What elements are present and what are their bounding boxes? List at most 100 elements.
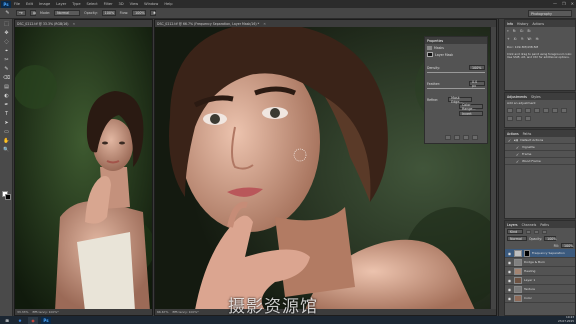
filter-type-icon[interactable] xyxy=(542,229,547,234)
layer-row[interactable]: ◉ Frequency Separation xyxy=(505,249,575,258)
blend-mode-select[interactable]: Normal xyxy=(507,236,527,241)
layer-row[interactable]: ◉ Texture xyxy=(505,285,575,294)
crop-icon[interactable]: ✂ xyxy=(2,56,11,64)
vertical-scrollbar[interactable] xyxy=(490,27,496,310)
tab-paths[interactable]: Paths xyxy=(523,132,532,136)
menu-image[interactable]: Image xyxy=(39,2,50,6)
action-row[interactable]: ✓ Wood Frame xyxy=(505,158,575,165)
tab-paths[interactable]: Paths xyxy=(540,223,549,227)
invert-button[interactable]: Invert xyxy=(459,111,483,116)
menu-window[interactable]: Window xyxy=(144,2,158,6)
eye-icon[interactable]: ◉ xyxy=(507,251,512,256)
eye-icon[interactable]: ◉ xyxy=(507,278,512,283)
flow-input[interactable]: 100% xyxy=(132,10,147,16)
mode-select[interactable]: Normal xyxy=(54,10,81,16)
menu-view[interactable]: View xyxy=(130,2,139,6)
zoom-level[interactable]: 33.33% xyxy=(17,310,28,314)
channel-mixer-icon[interactable] xyxy=(525,116,531,121)
hue-saturation-icon[interactable] xyxy=(552,108,558,113)
density-input[interactable]: 100% xyxy=(469,65,485,70)
eye-icon[interactable]: ◉ xyxy=(507,269,512,274)
move-icon[interactable]: ✥ xyxy=(2,29,11,37)
eye-icon[interactable]: ◉ xyxy=(507,260,512,265)
checkmark-icon[interactable]: ✓ xyxy=(515,145,520,150)
curves-icon[interactable] xyxy=(525,108,531,113)
feather-input[interactable]: 0.0 px xyxy=(469,80,485,88)
vibrance-icon[interactable] xyxy=(543,108,549,113)
zoom-level[interactable]: 66.67% xyxy=(157,310,168,314)
menu-edit[interactable]: Edit xyxy=(26,2,33,6)
menu-type[interactable]: Type xyxy=(72,2,80,6)
close-icon[interactable]: ✕ xyxy=(571,1,574,6)
tab-layers[interactable]: Layers xyxy=(507,223,518,227)
load-selection-icon[interactable] xyxy=(445,135,451,140)
tab-info[interactable]: Info xyxy=(507,22,513,26)
feather-slider[interactable] xyxy=(427,88,485,89)
brush-tool-icon[interactable]: ✎ xyxy=(3,9,12,17)
menu-select[interactable]: Select xyxy=(87,2,98,6)
photo-filter-icon[interactable] xyxy=(516,116,522,121)
menu-filter[interactable]: Filter xyxy=(104,2,113,6)
layer-row[interactable]: ◉ Layer 1 xyxy=(505,276,575,285)
action-row[interactable]: ✓ Frame xyxy=(505,151,575,158)
background-color-swatch[interactable] xyxy=(5,194,11,200)
eye-icon[interactable]: ◉ xyxy=(507,287,512,292)
pen-icon[interactable]: ✒ xyxy=(2,101,11,109)
browser-icon[interactable]: e xyxy=(15,317,25,324)
layer-row[interactable]: ◉ Healing xyxy=(505,267,575,276)
start-icon[interactable]: ⊞ xyxy=(2,317,12,324)
checkmark-icon[interactable]: ✓ xyxy=(515,159,520,164)
restore-icon[interactable]: ❐ xyxy=(562,1,566,6)
brightness-icon[interactable] xyxy=(507,108,513,113)
tab-actions-mini[interactable]: Actions xyxy=(532,22,544,26)
apply-mask-icon[interactable] xyxy=(454,135,460,140)
menu-3d[interactable]: 3D xyxy=(119,2,124,6)
brush-panel-toggle[interactable]: ▤ xyxy=(30,10,36,16)
checkmark-icon[interactable]: ✓ xyxy=(507,138,512,143)
close-icon[interactable]: ✕ xyxy=(263,22,266,26)
menu-file[interactable]: File xyxy=(14,2,20,6)
brush-icon[interactable]: ✎ xyxy=(2,65,11,73)
menu-layer[interactable]: Layer xyxy=(56,2,66,6)
layer-fill-input[interactable]: 100% xyxy=(561,243,573,248)
system-clock[interactable]: 10:23 23.07.2015 xyxy=(558,315,574,324)
hand-icon[interactable]: ✋ xyxy=(2,137,11,145)
path-select-icon[interactable]: ➤ xyxy=(2,119,11,127)
close-icon[interactable]: ✕ xyxy=(73,22,76,26)
layer-row[interactable]: ◉ Dodge & Burn xyxy=(505,258,575,267)
gradient-icon[interactable]: ▤ xyxy=(2,83,11,91)
airbrush-toggle[interactable]: ✺ xyxy=(150,10,157,16)
eye-icon[interactable]: ◉ xyxy=(507,296,512,301)
black-white-icon[interactable] xyxy=(507,116,513,121)
minimize-icon[interactable]: — xyxy=(553,1,557,6)
filter-pixel-icon[interactable] xyxy=(526,229,531,234)
marquee-icon[interactable]: ⬚ xyxy=(2,20,11,28)
dodge-icon[interactable]: ◐ xyxy=(2,92,11,100)
brush-size-picker[interactable]: •▾ xyxy=(16,10,26,16)
opera-icon[interactable]: ◉ xyxy=(28,316,38,324)
shape-icon[interactable]: ▭ xyxy=(2,128,11,136)
layer-opacity-input[interactable]: 100% xyxy=(544,236,557,241)
checkmark-icon[interactable]: ✓ xyxy=(515,152,520,157)
tab-channels[interactable]: Channels xyxy=(522,223,537,227)
tab-adjustments[interactable]: Adjustments xyxy=(507,95,527,99)
delete-mask-icon[interactable] xyxy=(472,135,478,140)
filter-adjustment-icon[interactable] xyxy=(534,229,539,234)
density-slider[interactable] xyxy=(427,72,485,73)
menu-help[interactable]: Help xyxy=(164,2,172,6)
workspace-select[interactable]: Photography xyxy=(528,10,572,17)
disable-mask-icon[interactable] xyxy=(463,135,469,140)
opacity-input[interactable]: 100% xyxy=(101,10,116,16)
mask-edge-button[interactable]: Mask Edge... xyxy=(448,96,473,104)
color-balance-icon[interactable] xyxy=(561,108,567,113)
exposure-icon[interactable] xyxy=(534,108,540,113)
color-range-button[interactable]: Color Range... xyxy=(459,103,483,111)
tab-properties[interactable]: Properties xyxy=(427,39,443,43)
zoom-icon[interactable]: 🔍 xyxy=(2,146,11,154)
photoshop-icon[interactable]: Ps xyxy=(41,316,51,324)
tab-history[interactable]: History xyxy=(517,22,528,26)
action-row[interactable]: ✓ Vignette xyxy=(505,144,575,151)
tab-styles[interactable]: Styles xyxy=(531,95,541,99)
type-icon[interactable]: T xyxy=(2,110,11,118)
document-tab-left[interactable]: DSC_0212.tif @ 33.3% (RGB/16) ✕ xyxy=(15,20,152,27)
